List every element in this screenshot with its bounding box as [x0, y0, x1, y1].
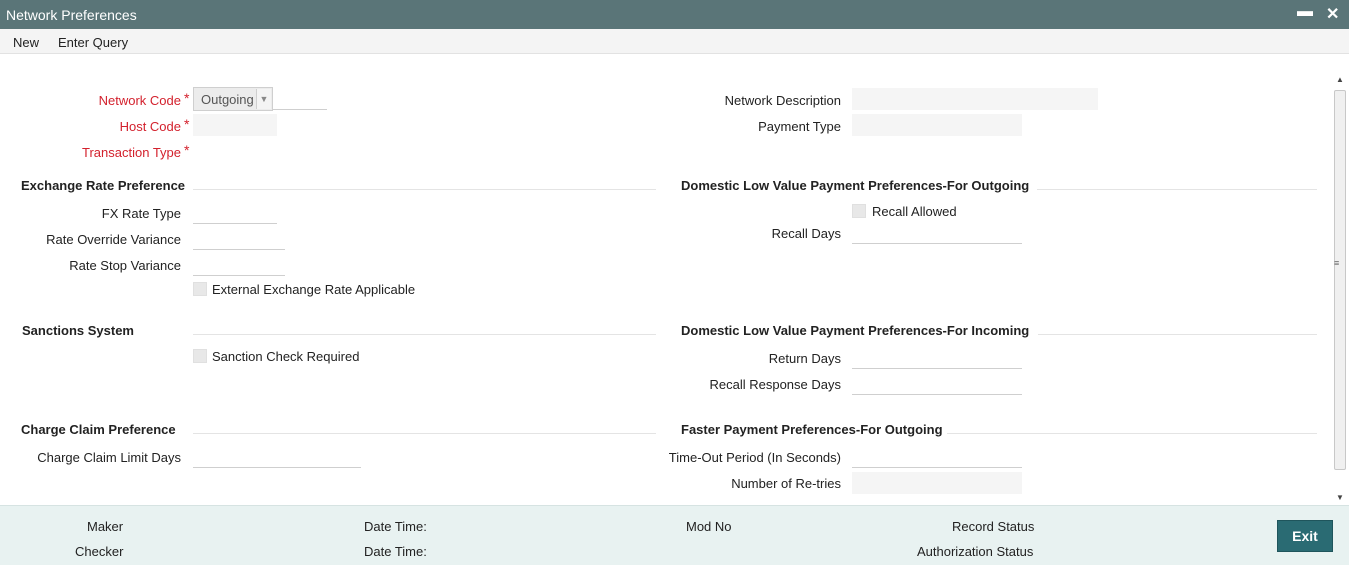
checker-label: Checker	[75, 544, 124, 559]
charge-claim-limit-days-label: Charge Claim Limit Days	[37, 450, 181, 465]
scrollbar-thumb[interactable]	[1334, 90, 1346, 470]
return-days-label: Return Days	[768, 351, 841, 366]
domestic-outgoing-heading: Domestic Low Value Payment Preferences-F…	[681, 178, 1030, 193]
retries-input	[852, 472, 1022, 494]
window-titlebar: Network Preferences ▬ ✕	[0, 0, 1349, 29]
sanction-check-checkbox[interactable]	[193, 349, 207, 363]
close-icon[interactable]: ✕	[1326, 4, 1339, 24]
timeout-label: Time-Out Period (In Seconds)	[668, 450, 841, 465]
charge-claim-heading: Charge Claim Preference	[21, 422, 176, 437]
menu-enter-query[interactable]: Enter Query	[58, 35, 128, 50]
grip-icon: ≡	[1334, 258, 1340, 268]
recall-allowed-label: Recall Allowed	[872, 204, 957, 219]
record-status-label: Record Status	[952, 519, 1035, 534]
sanction-check-label: Sanction Check Required	[212, 349, 360, 364]
section-divider	[1038, 334, 1317, 335]
chevron-down-icon: ▼	[256, 89, 271, 109]
payment-type-input	[852, 114, 1022, 136]
maker-date-time-label: Date Time:	[364, 519, 427, 534]
faster-payment-heading: Faster Payment Preferences-For Outgoing	[681, 422, 943, 437]
recall-days-input[interactable]	[852, 222, 1022, 244]
rate-stop-variance-input[interactable]	[193, 254, 285, 276]
network-code-label: Network Code	[98, 93, 181, 108]
menu-new[interactable]: New	[13, 35, 39, 50]
mod-no-label: Mod No	[686, 519, 732, 534]
menu-bar: New Enter Query	[0, 29, 1349, 54]
authorization-status-label: Authorization Status	[917, 544, 1034, 559]
form-body: Network Code * Host Code * Transaction T…	[0, 54, 1331, 505]
recall-allowed-checkbox[interactable]	[852, 204, 866, 218]
recall-days-label: Recall Days	[771, 226, 841, 241]
maker-label: Maker	[87, 519, 124, 534]
required-marker: *	[184, 90, 190, 106]
network-description-input	[852, 88, 1098, 110]
recall-response-days-label: Recall Response Days	[709, 377, 841, 392]
section-divider	[193, 189, 656, 190]
section-divider	[193, 334, 656, 335]
retries-label: Number of Re-tries	[731, 476, 841, 491]
recall-response-days-input[interactable]	[852, 373, 1022, 395]
timeout-input[interactable]	[852, 446, 1022, 468]
minimize-icon[interactable]: ▬	[1297, 3, 1313, 21]
scroll-down-icon[interactable]: ▼	[1336, 493, 1344, 502]
host-code-label: Host Code	[119, 119, 181, 134]
required-marker: *	[184, 116, 190, 132]
payment-type-label: Payment Type	[758, 119, 841, 134]
window-title: Network Preferences	[6, 7, 137, 23]
section-divider	[193, 433, 656, 434]
checker-date-time-label: Date Time:	[364, 544, 427, 559]
rate-stop-variance-label: Rate Stop Variance	[69, 258, 181, 273]
exit-button[interactable]: Exit	[1277, 520, 1333, 552]
transaction-type-select[interactable]: Outgoing ▼	[193, 87, 273, 111]
host-code-input	[193, 114, 277, 136]
sanctions-heading: Sanctions System	[22, 323, 134, 338]
fx-rate-type-label: FX Rate Type	[101, 206, 181, 221]
return-days-input[interactable]	[852, 347, 1022, 369]
required-marker: *	[184, 142, 190, 158]
external-rate-label: External Exchange Rate Applicable	[212, 282, 416, 297]
rate-override-variance-input[interactable]	[193, 228, 285, 250]
charge-claim-limit-days-input[interactable]	[193, 446, 361, 468]
transaction-type-label: Transaction Type	[82, 145, 181, 160]
transaction-type-value: Outgoing	[201, 92, 254, 107]
audit-footer: Maker Checker Date Time: Date Time: Mod …	[0, 505, 1349, 565]
section-divider	[947, 433, 1317, 434]
vertical-scrollbar[interactable]: ▲ ≡ ▼	[1331, 72, 1349, 505]
exchange-rate-heading: Exchange Rate Preference	[21, 178, 186, 193]
fx-rate-type-input[interactable]	[193, 202, 277, 224]
domestic-incoming-heading: Domestic Low Value Payment Preferences-F…	[681, 323, 1030, 338]
network-description-label: Network Description	[724, 93, 841, 108]
scroll-up-icon[interactable]: ▲	[1336, 75, 1344, 84]
section-divider	[1037, 189, 1317, 190]
external-rate-checkbox[interactable]	[193, 282, 207, 296]
rate-override-variance-label: Rate Override Variance	[46, 232, 181, 247]
